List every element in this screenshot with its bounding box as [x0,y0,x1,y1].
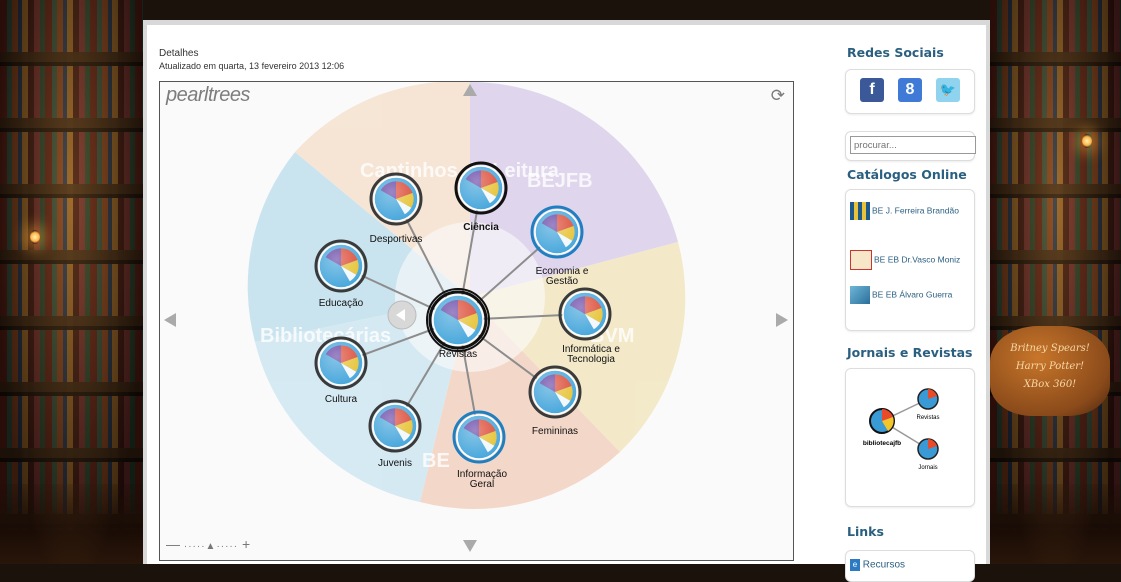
social-heading: Redes Sociais [847,45,944,60]
catalog-link[interactable]: BE EB Dr.Vasco Moniz [850,250,960,270]
catalog-link[interactable]: BE J. Ferreira Brandão [850,202,968,220]
mini-tree-node: Revistas [916,415,939,421]
pearltrees-map[interactable]: Cantinhos de Leitura BEJFB BVM BE Biblio… [160,82,793,560]
link-label: Recursos [862,559,906,571]
bookshelf-background-left [0,0,143,564]
facebook-icon[interactable]: f [860,78,884,102]
candle-light [30,230,40,244]
pumpkin-sign: Britney Spears! Harry Potter! XBox 360! [990,326,1110,416]
pearl-node[interactable]: Ciência [454,161,508,233]
mini-pearltree[interactable]: bibliotecajfb Revistas Jornais [846,369,974,506]
document-icon: e [850,559,860,571]
candle-light [1082,134,1092,148]
links-heading: Links [847,524,884,539]
catalog-thumbnail [850,286,870,304]
pearl-label[interactable]: Desportivas [370,234,423,245]
floor-decoration [0,484,143,564]
article-title: Detalhes [159,48,199,59]
links-box: e Recursos [845,550,975,582]
sector-label: BEJFB [527,170,593,192]
twitter-icon[interactable]: 🐦 [936,78,960,102]
link-item[interactable]: e Recursos [850,559,905,572]
pearl-label[interactable]: Educação [319,298,364,309]
search-box [845,131,976,161]
pearl-label[interactable]: Gestão [546,276,579,287]
triangle-right-icon[interactable] [776,313,788,327]
zoom-slider[interactable]: ·····▲····· [184,541,238,552]
catalogs-heading: Catálogos Online [847,167,967,182]
catalogs-box: BE J. Ferreira Brandão BE EB Dr.Vasco Mo… [845,189,975,331]
sector-label: BE [422,450,450,472]
minus-icon[interactable]: — [166,536,180,552]
pearl-label[interactable]: Ciência [463,222,499,233]
zoom-control[interactable]: — ·····▲····· + [166,536,250,552]
pearl-label[interactable]: Cultura [325,394,358,405]
plus-icon[interactable]: + [242,536,250,552]
pearl-node[interactable]: InformaçãoGeral [452,410,507,490]
jornais-heading: Jornais e Revistas [847,345,973,360]
social-box: f 8 🐦 [845,69,975,114]
back-arrow-icon[interactable] [387,300,417,330]
sign-line: Harry Potter! [1015,361,1085,372]
triangle-down-icon[interactable] [463,540,477,552]
floor-decoration [990,484,1121,564]
pearltrees-widget[interactable]: Cantinhos de Leitura BEJFB BVM BE Biblio… [159,81,794,561]
jornais-box[interactable]: bibliotecajfb Revistas Jornais [845,368,975,507]
pearl-label[interactable]: Geral [470,479,494,490]
pearl-label[interactable]: Femininas [532,426,578,437]
sign-line: XBox 360! [1023,379,1077,390]
pearl-label[interactable]: Juvenis [378,458,412,469]
pearltrees-logo[interactable]: pearltrees [166,84,250,107]
pearl-label[interactable]: Tecnologia [567,354,615,365]
catalog-thumbnail [850,250,872,270]
article-updated-date: Atualizado em quarta, 13 fevereiro 2013 … [159,61,345,71]
search-input[interactable] [850,136,976,154]
catalog-link-label: BE EB Dr.Vasco Moniz [874,254,961,265]
mini-tree-root: bibliotecajfb [863,440,901,447]
catalog-link[interactable]: BE EB Álvaro Guerra [850,286,952,304]
triangle-left-icon[interactable] [164,313,176,327]
center-pearl-label[interactable]: Revistas [439,349,477,360]
catalog-link-label: BE J. Ferreira Brandão [872,205,959,216]
mini-tree-node: Jornais [918,465,937,471]
catalog-link-label: BE EB Álvaro Guerra [872,289,953,300]
google-icon[interactable]: 8 [898,78,922,102]
catalog-thumbnail [850,202,870,220]
sign-line: Britney Spears! [1010,343,1090,354]
bookshelf-background-right [990,0,1121,564]
pearl-node[interactable]: Femininas [528,365,582,437]
content-page: Detalhes Atualizado em quarta, 13 fevere… [143,20,990,582]
refresh-icon[interactable]: ⟳ [771,86,785,106]
